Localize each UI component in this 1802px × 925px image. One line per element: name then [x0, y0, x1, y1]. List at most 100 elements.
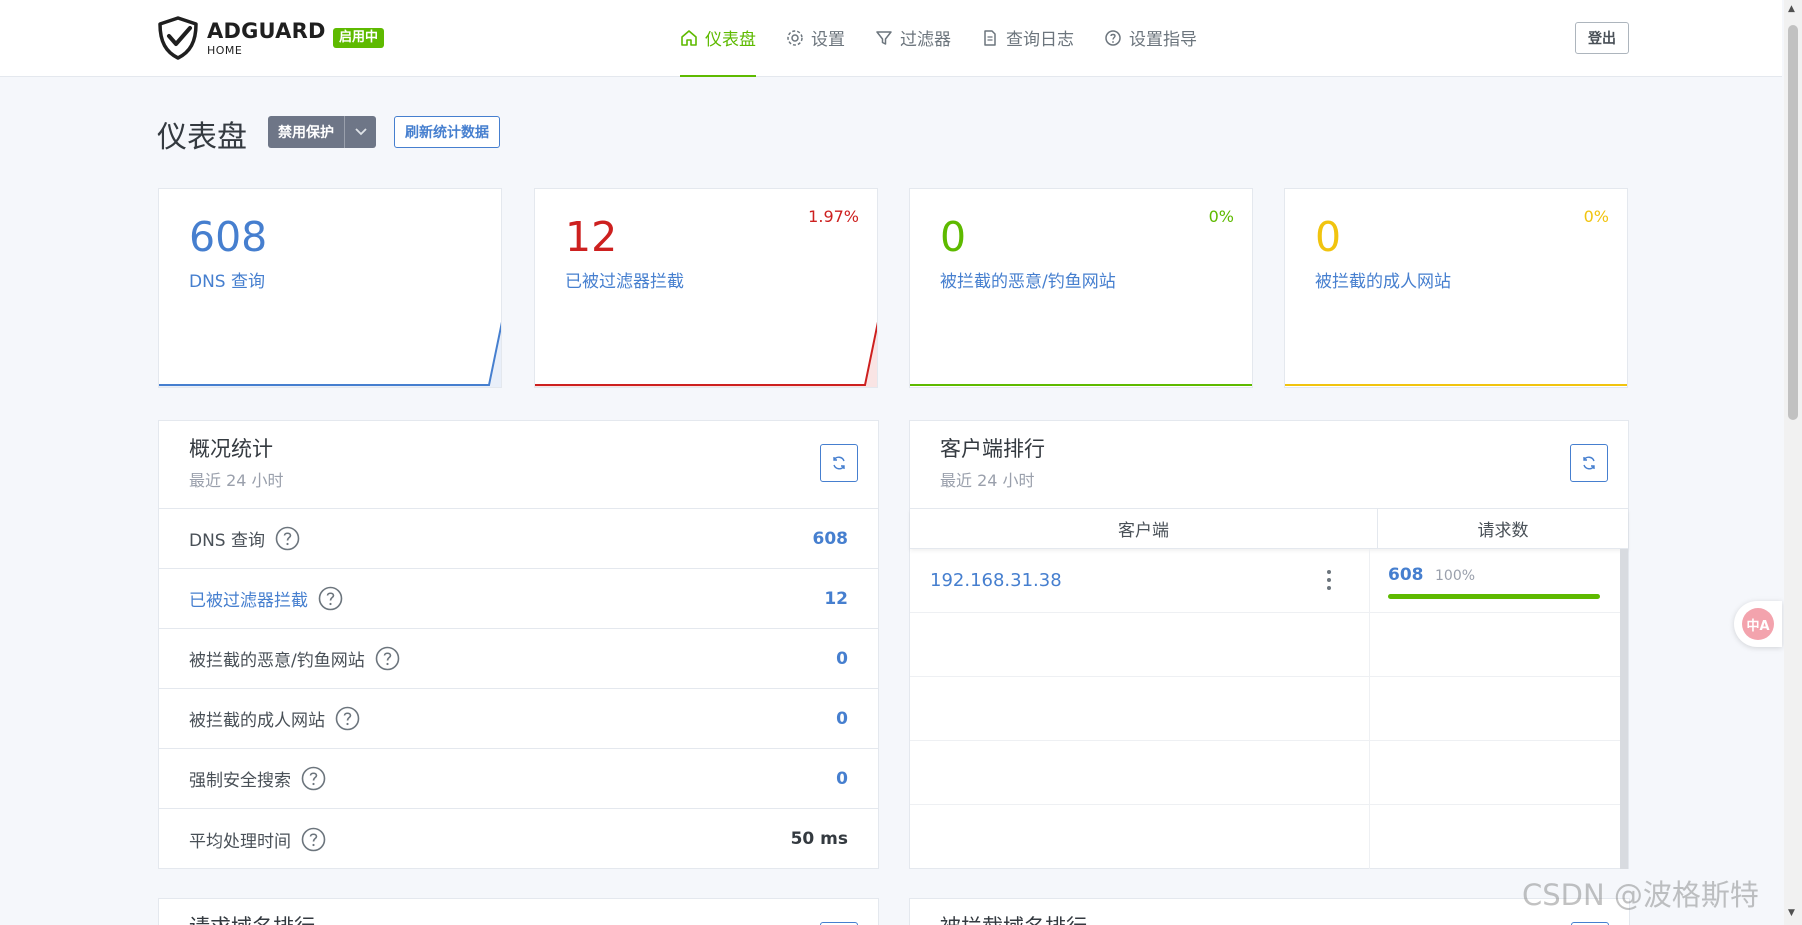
document-icon	[984, 29, 996, 46]
clients-table-body: 192.168.31.38 608 100%	[910, 549, 1628, 869]
top-queried-domains-panel: 请求域名排行	[158, 898, 879, 925]
sparkline-chart	[910, 384, 1252, 386]
request-progress-fill	[1388, 594, 1600, 599]
request-percent: 100%	[1435, 568, 1476, 584]
stat-value: 0	[940, 213, 967, 261]
top-clients-panel: 客户端排行 最近 24 小时 客户端 请求数 192.168.31.38 608…	[909, 420, 1629, 869]
row-label: 强制安全搜索	[189, 771, 291, 791]
row-value[interactable]: 0	[836, 649, 848, 669]
nav-settings[interactable]: 设置	[786, 0, 845, 77]
table-row-empty	[910, 677, 1628, 741]
row-value[interactable]: 0	[836, 709, 848, 729]
scrollbar-thumb[interactable]	[1788, 25, 1798, 420]
refresh-icon	[1583, 456, 1595, 470]
table-row-empty	[910, 805, 1628, 869]
protection-status-badge: 启用中	[333, 28, 385, 48]
column-header-client[interactable]: 客户端	[910, 509, 1378, 548]
request-progress-bar	[1388, 594, 1600, 599]
overview-stats-panel: 概况统计 最近 24 小时 DNS 查询 608 已被过滤器拦截 12 被拦截的…	[158, 420, 879, 869]
scroll-up-arrow-icon[interactable]: ▲	[1788, 4, 1795, 14]
table-scrollbar[interactable]	[1620, 549, 1628, 869]
top-header: ADGUARD HOME 启用中 仪表盘 设置 过滤器 查询日志 设置指导 登出	[0, 0, 1782, 77]
row-label: 被拦截的成人网站	[189, 711, 325, 731]
question-icon[interactable]	[301, 827, 326, 852]
nav-filters-label: 过滤器	[900, 30, 951, 50]
disable-protection-button[interactable]: 禁用保护	[268, 116, 376, 148]
stat-value: 0	[1315, 213, 1342, 261]
stat-card-blocked-malware: 0 被拦截的恶意/钓鱼网站 0%	[909, 188, 1253, 388]
nav-filters[interactable]: 过滤器	[875, 0, 951, 77]
panel-subtitle: 最近 24 小时	[189, 471, 284, 490]
row-label[interactable]: 已被过滤器拦截	[189, 586, 308, 611]
sparkline-chart	[159, 321, 501, 387]
adguard-logo[interactable]: ADGUARD HOME	[157, 16, 326, 60]
stat-label[interactable]: DNS 查询	[189, 267, 265, 292]
stat-label[interactable]: 被拦截的恶意/钓鱼网站	[940, 267, 1116, 292]
sparkline-chart	[1285, 384, 1627, 386]
question-icon[interactable]	[301, 766, 326, 791]
nav-dashboard-label: 仪表盘	[705, 30, 756, 50]
row-label: DNS 查询	[189, 531, 266, 551]
logout-button[interactable]: 登出	[1575, 22, 1629, 54]
column-header-requests[interactable]: 请求数	[1378, 509, 1628, 548]
overview-row-dns-queries: DNS 查询 608	[159, 509, 878, 569]
row-value[interactable]: 608	[813, 529, 849, 549]
translate-icon: 中A	[1742, 608, 1774, 640]
chevron-down-icon[interactable]	[344, 116, 376, 148]
question-icon[interactable]	[275, 526, 300, 551]
request-count: 608	[1388, 565, 1424, 585]
nav-query-log[interactable]: 查询日志	[981, 0, 1074, 77]
stat-label[interactable]: 已被过滤器拦截	[565, 267, 684, 292]
panel-title: 概况统计	[189, 437, 273, 461]
brand-title: ADGUARD	[207, 18, 326, 43]
gear-icon	[787, 29, 803, 46]
stat-percent: 0%	[1583, 207, 1609, 226]
nav-setup-guide[interactable]: 设置指导	[1104, 0, 1197, 77]
refresh-statistics-button[interactable]: 刷新统计数据	[394, 116, 500, 148]
clients-table-header: 客户端 请求数	[910, 509, 1628, 549]
help-circle-icon	[1105, 29, 1121, 46]
stat-label[interactable]: 被拦截的成人网站	[1315, 267, 1451, 292]
main-nav: 仪表盘 设置 过滤器 查询日志 设置指导	[680, 0, 1227, 77]
overview-row-avg-processing-time: 平均处理时间 50 ms	[159, 809, 878, 869]
question-icon[interactable]	[318, 586, 343, 611]
brand-subtitle: HOME	[207, 43, 243, 57]
stat-value: 12	[565, 213, 618, 261]
stat-card-blocked-adult: 0 被拦截的成人网站 0%	[1284, 188, 1628, 388]
home-icon	[681, 29, 697, 46]
client-ip-link[interactable]: 192.168.31.38	[930, 570, 1062, 591]
sparkline-chart	[535, 321, 877, 387]
panel-subtitle: 最近 24 小时	[940, 471, 1035, 490]
row-label: 被拦截的恶意/钓鱼网站	[189, 651, 365, 671]
overview-row-blocked-adult: 被拦截的成人网站 0	[159, 689, 878, 749]
panel-title: 请求域名排行	[189, 911, 315, 925]
filter-icon	[876, 30, 892, 45]
nav-settings-label: 设置	[811, 30, 845, 50]
scroll-down-arrow-icon[interactable]: ▼	[1788, 908, 1795, 918]
translate-widget[interactable]: 中A	[1734, 601, 1782, 647]
question-icon[interactable]	[375, 646, 400, 671]
row-value[interactable]: 12	[824, 589, 848, 609]
overview-row-blocked-by-filters: 已被过滤器拦截 12	[159, 569, 878, 629]
nav-dashboard[interactable]: 仪表盘	[680, 0, 756, 77]
table-row: 192.168.31.38 608 100%	[910, 549, 1628, 613]
more-vertical-icon[interactable]	[1326, 567, 1332, 593]
table-row-empty	[910, 741, 1628, 805]
table-row-empty	[910, 613, 1628, 677]
shield-check-icon	[158, 16, 198, 60]
page-scrollbar[interactable]: ▲ ▼	[1784, 0, 1802, 925]
panel-title: 客户端排行	[940, 437, 1045, 461]
row-value[interactable]: 0	[836, 769, 848, 789]
row-label: 平均处理时间	[189, 831, 291, 852]
disable-protection-label[interactable]: 禁用保护	[268, 116, 344, 148]
stat-percent: 0%	[1208, 207, 1234, 226]
question-icon[interactable]	[335, 706, 360, 731]
stat-card-dns-queries: 608 DNS 查询	[158, 188, 502, 388]
nav-query-log-label: 查询日志	[1006, 30, 1074, 50]
refresh-button[interactable]	[820, 444, 858, 482]
nav-setup-guide-label: 设置指导	[1129, 30, 1197, 50]
stat-value: 608	[189, 213, 268, 261]
stat-percent: 1.97%	[808, 207, 859, 226]
row-value: 50 ms	[790, 829, 848, 849]
refresh-button[interactable]	[1570, 444, 1608, 482]
